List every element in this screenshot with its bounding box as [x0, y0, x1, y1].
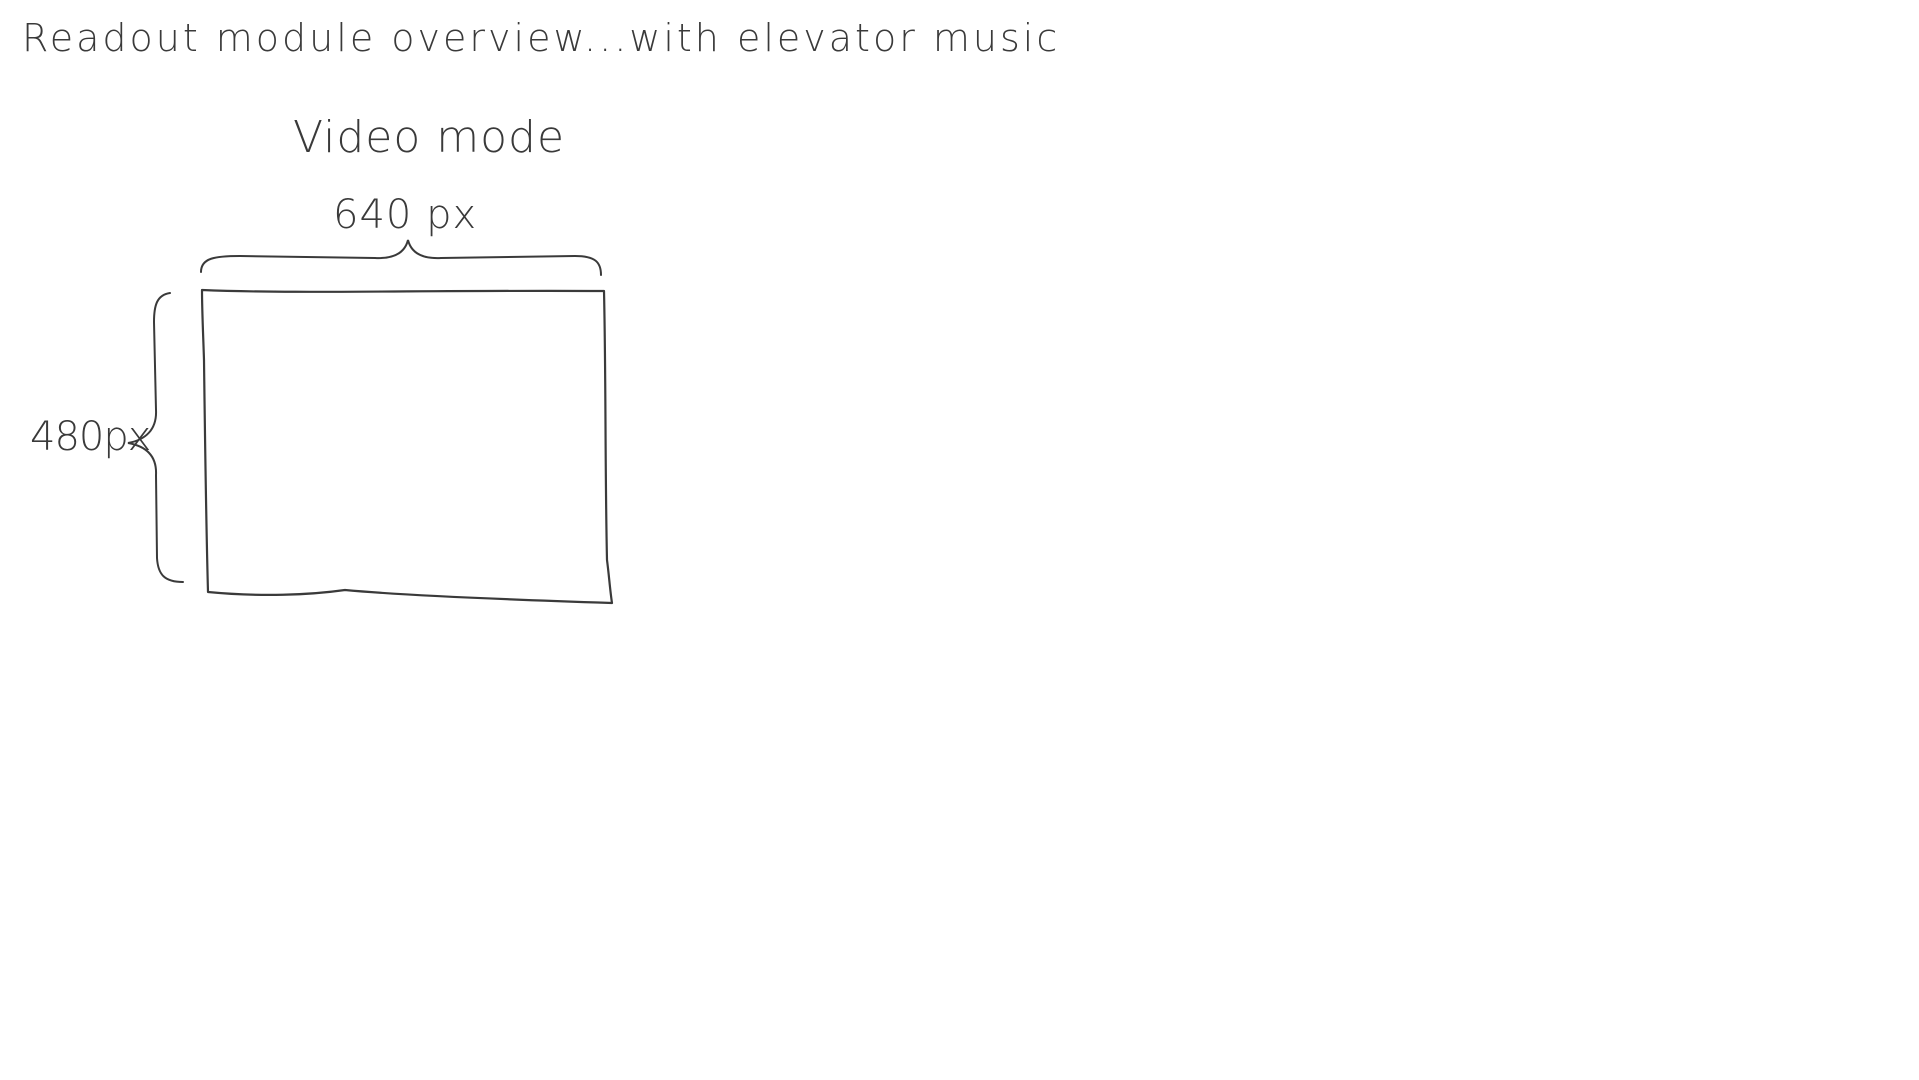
frame-height-label: 480px	[30, 414, 151, 460]
width-brace	[200, 239, 602, 276]
sketch-canvas	[127, 239, 614, 605]
video-mode-title: Video mode	[293, 112, 566, 163]
frame-width-label: 640 px	[333, 192, 478, 238]
video-frame	[200, 288, 614, 605]
page-title: Readout module overview...with elevator …	[22, 16, 1061, 60]
